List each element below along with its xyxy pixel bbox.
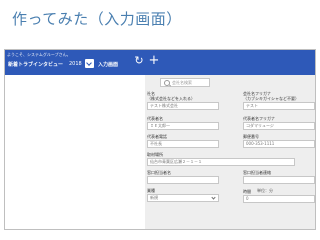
contact-phone-field: 窓口担当者連絡 [243,170,315,184]
address-label: 取材場所 [147,152,163,157]
category-select[interactable]: 新規 [147,194,219,202]
representative-field: 代表者名 ＩＥ太郎一 [147,116,219,130]
company-kana-input[interactable]: テスト [243,102,315,110]
postal-code-label: 郵便番号 [243,134,259,139]
company-name-input[interactable]: テスト株式会社 [147,102,219,110]
contact-name-label: 窓口担当者名 [147,170,171,175]
year-dropdown-button[interactable] [85,59,94,68]
contact-name-input[interactable] [147,176,219,184]
rep-phone-input[interactable]: 不社長 [147,140,219,148]
slide-title: 作ってみた（入力画面） [12,10,182,28]
add-button[interactable]: + [146,53,162,69]
company-name-field: 社名 （株式会社などを入れる） テスト株式会社 [147,91,219,110]
representative-kana-input[interactable]: コダマリュージ [243,122,315,130]
address-field: 取材場所 仙台市青葉区広瀬２－１－１ [147,152,295,166]
rep-phone-label: 代表者電話 [147,134,167,139]
duration-field: 時間 単位：分 0 [243,188,315,203]
app-title: 新着トラブインタビュー [8,62,64,68]
category-label: 業種 [147,188,155,193]
duration-unit: 単位：分 [257,188,273,193]
app-header: ようこそ、システムグループさん。 新着トラブインタビュー 2018 入力画面 ↻… [5,50,315,75]
search-icon [164,80,170,86]
duration-label: 時間 [243,188,251,194]
app-window: ようこそ、システムグループさん。 新着トラブインタビュー 2018 入力画面 ↻… [4,49,316,230]
category-field: 業種 新規 [147,188,219,202]
plus-icon: + [148,53,160,68]
year-label: 2018 [69,61,82,67]
company-name-sublabel: （株式会社などを入れる） [147,96,195,101]
record-list-panel [5,75,145,229]
company-kana-field: 会社名フリガナ （カブシキガイシャなど不要） テスト [243,91,315,110]
search-placeholder: 会社名検索 [172,80,192,85]
welcome-text: ようこそ、システムグループさん。 [7,52,71,57]
contact-name-field: 窓口担当者名 [147,170,219,184]
postal-code-field: 郵便番号 000-353-1111 [243,134,315,148]
rep-phone-field: 代表者電話 不社長 [147,134,219,148]
address-input[interactable]: 仙台市青葉区広瀬２－１－１ [147,158,295,166]
refresh-button[interactable]: ↻ [131,53,147,69]
representative-kana-label: 代表者名フリガナ [243,116,275,121]
duration-input[interactable]: 0 [243,195,315,203]
representative-label: 代表者名 [147,116,163,121]
contact-phone-input[interactable] [243,176,315,184]
search-input[interactable]: 会社名検索 [160,78,210,87]
representative-kana-field: 代表者名フリガナ コダマリュージ [243,116,315,130]
company-kana-sublabel: （カブシキガイシャなど不要） [243,96,299,101]
representative-input[interactable]: ＩＥ太郎一 [147,122,219,130]
contact-phone-label: 窓口担当者連絡 [243,170,271,175]
refresh-icon: ↻ [134,54,144,67]
postal-code-input[interactable]: 000-353-1111 [243,140,315,148]
edit-form-panel: 会社名検索 社名 （株式会社などを入れる） テスト株式会社 会社名フリガナ （カ… [145,75,315,229]
screen-name: 入力画面 [98,62,119,68]
